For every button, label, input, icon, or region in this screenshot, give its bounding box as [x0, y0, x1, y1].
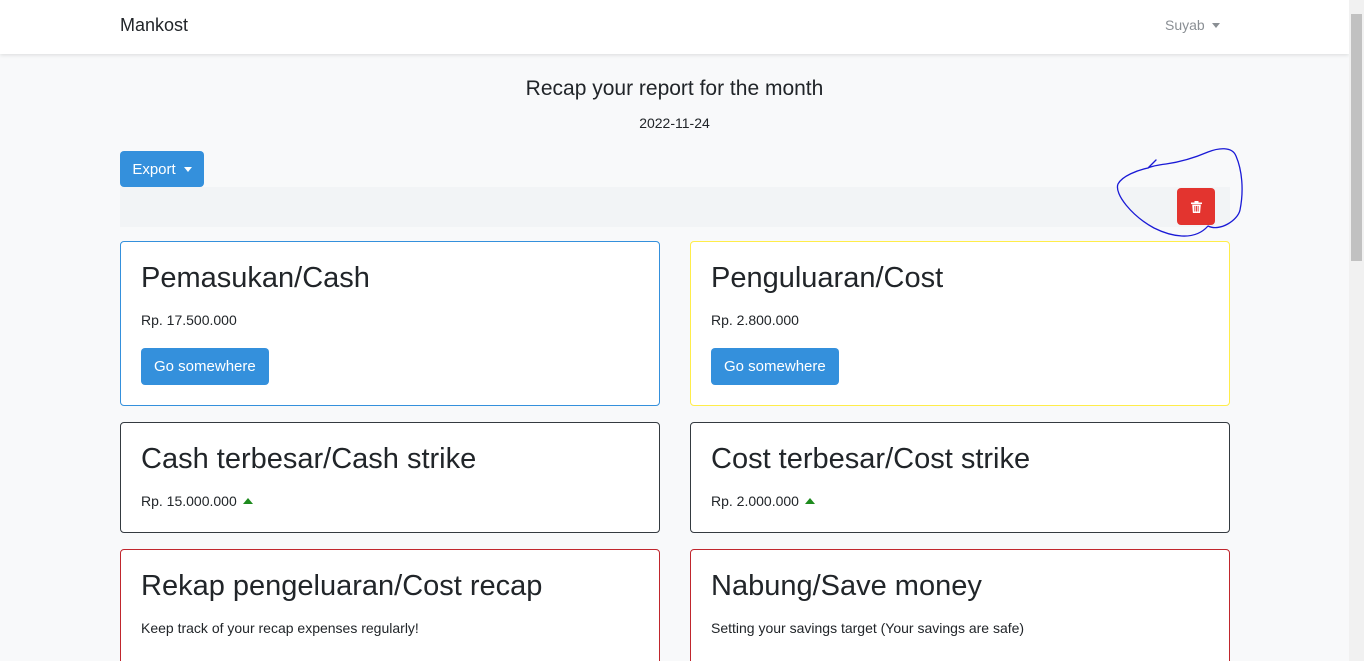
delete-button[interactable]: [1177, 188, 1215, 225]
cash-amount: Rp. 17.500.000: [141, 312, 237, 328]
cash-strike-value: Rp. 15.000.000: [141, 493, 253, 509]
cost-strike-value: Rp. 2.000.000: [711, 493, 815, 509]
save-money-card: Nabung/Save money Setting your savings t…: [690, 549, 1230, 661]
cash-card: Pemasukan/Cash Rp. 17.500.000 Go somewhe…: [120, 241, 660, 406]
cost-recap-text: Keep track of your recap expenses regula…: [141, 620, 419, 636]
page-scrollbar[interactable]: [1349, 0, 1364, 661]
top-navbar: Mankost Suyab: [0, 0, 1349, 54]
cost-strike-card: Cost terbesar/Cost strike Rp. 2.000.000: [690, 422, 1230, 533]
cost-amount: Rp. 2.800.000: [711, 312, 799, 328]
user-menu-dropdown[interactable]: Suyab: [1165, 17, 1220, 33]
card-title: Cash terbesar/Cash strike: [141, 443, 477, 475]
card-title: Rekap pengeluaran/Cost recap: [141, 570, 543, 602]
brand-logo[interactable]: Mankost: [120, 15, 188, 36]
chevron-down-icon: [183, 166, 192, 172]
card-title: Penguluaran/Cost: [711, 262, 944, 294]
page-title: Recap your report for the month: [525, 77, 824, 100]
card-title: Pemasukan/Cash: [141, 262, 370, 294]
cost-strike-amount: Rp. 2.000.000: [711, 493, 799, 509]
scrollbar-thumb[interactable]: [1351, 14, 1362, 261]
cost-card: Penguluaran/Cost Rp. 2.800.000 Go somewh…: [690, 241, 1230, 406]
save-money-text: Setting your savings target (Your saving…: [711, 620, 1025, 636]
cash-go-somewhere-button[interactable]: Go somewhere: [141, 348, 269, 385]
cash-strike-amount: Rp. 15.000.000: [141, 493, 237, 509]
cash-strike-card: Cash terbesar/Cash strike Rp. 15.000.000: [120, 422, 660, 533]
arrow-up-icon: [804, 498, 815, 504]
export-label: Export: [132, 160, 176, 178]
action-strip: [120, 187, 1230, 227]
trash-icon: [1190, 200, 1202, 213]
card-title: Cost terbesar/Cost strike: [711, 443, 1031, 475]
card-title: Nabung/Save money: [711, 570, 982, 602]
chevron-down-icon: [1211, 22, 1220, 28]
export-button[interactable]: Export: [120, 151, 204, 187]
report-date: 2022-11-24: [639, 115, 710, 131]
user-name: Suyab: [1165, 17, 1205, 33]
arrow-up-icon: [242, 498, 253, 504]
cost-go-somewhere-button[interactable]: Go somewhere: [711, 348, 839, 385]
cost-recap-card: Rekap pengeluaran/Cost recap Keep track …: [120, 549, 660, 661]
